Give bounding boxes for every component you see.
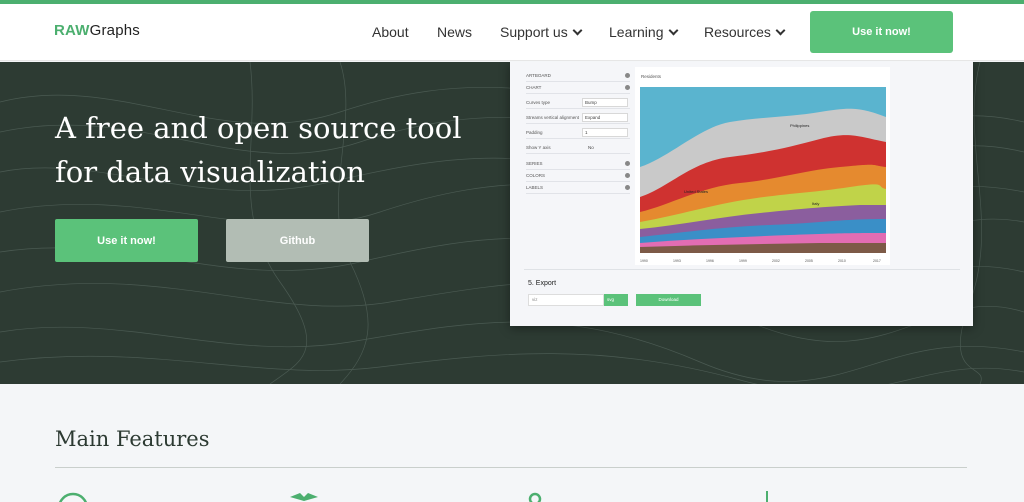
nav-support-us-label: Support us xyxy=(500,24,568,40)
plus-icon xyxy=(625,173,630,178)
x-tick: 1993 xyxy=(673,259,681,263)
nav-resources[interactable]: Resources xyxy=(704,24,786,40)
export-format-select: svg xyxy=(604,294,628,306)
panel-section-artboard: ARTBOARD xyxy=(526,70,630,82)
features-section: Main Features xyxy=(0,384,1024,502)
panel-section-chart: CHART xyxy=(526,82,630,94)
chevron-down-icon xyxy=(668,25,678,35)
x-tick: 2017 xyxy=(873,259,881,263)
curves-type-select: Bump xyxy=(582,98,628,107)
site-header: RAWGraphs About News Support us Learning… xyxy=(0,4,1024,61)
logo-raw: RAW xyxy=(54,22,90,39)
panel-label: LABELS xyxy=(526,185,544,190)
panel-label: Curves type xyxy=(526,100,551,105)
panel-label: Streams vertical alignment xyxy=(526,115,580,120)
panel-section-series: SERIES xyxy=(526,158,630,170)
x-tick: 2005 xyxy=(805,259,813,263)
divider xyxy=(524,269,960,270)
panel-label: SERIES xyxy=(526,161,543,166)
features-divider xyxy=(55,467,967,468)
features-title: Main Features xyxy=(55,427,210,451)
panel-option-show-y-axis: Show Y axis xyxy=(526,142,630,154)
plus-icon xyxy=(625,185,630,190)
nav-about[interactable]: About xyxy=(372,24,409,40)
padding-field: 1 xyxy=(582,128,628,137)
stream-label: United States xyxy=(684,189,708,194)
stream-label: Philippines xyxy=(790,123,809,128)
panel-label: Padding xyxy=(526,130,543,135)
minus-icon xyxy=(625,85,630,90)
x-tick: 1990 xyxy=(640,259,648,263)
x-tick: 1996 xyxy=(706,259,714,263)
logo[interactable]: RAWGraphs xyxy=(54,22,140,39)
github-button[interactable]: Github xyxy=(226,219,369,262)
panel-label: ARTBOARD xyxy=(526,73,551,78)
use-it-now-header-button[interactable]: Use it now! xyxy=(810,11,953,53)
use-it-now-hero-button[interactable]: Use it now! xyxy=(55,219,198,262)
panel-label: CHART xyxy=(526,85,542,90)
nav-learning[interactable]: Learning xyxy=(609,24,678,40)
download-button: Download xyxy=(636,294,701,306)
alignment-select: Expand xyxy=(582,113,628,122)
nav-about-label: About xyxy=(372,24,409,40)
hero-section: A free and open source tool for data vis… xyxy=(0,62,1024,384)
x-tick: 2010 xyxy=(838,259,846,263)
nav-support-us[interactable]: Support us xyxy=(500,24,583,40)
plus-icon xyxy=(625,161,630,166)
security-icon xyxy=(528,492,542,502)
panel-label: COLORS xyxy=(526,173,546,178)
visual-model-icon xyxy=(290,493,318,501)
nav-news-label: News xyxy=(437,24,473,40)
chevron-down-icon xyxy=(775,25,786,35)
nav-resources-label: Resources xyxy=(704,24,771,40)
show-y-axis-value: No xyxy=(588,145,594,150)
export-filename-input: viz xyxy=(528,294,604,306)
streamgraph-preview: Residents Philippines United States Ital… xyxy=(635,67,890,265)
export-title: 5. Export xyxy=(528,280,557,287)
x-tick: 1999 xyxy=(739,259,747,263)
plus-icon xyxy=(625,73,630,78)
panel-section-labels: LABELS xyxy=(526,182,630,194)
chart-title: Residents xyxy=(641,74,662,79)
hero-headline: A free and open source tool for data vis… xyxy=(55,111,462,189)
nav-learning-label: Learning xyxy=(609,24,664,40)
panel-section-colors: COLORS xyxy=(526,170,630,182)
x-tick: 2002 xyxy=(772,259,780,263)
export-icon xyxy=(766,491,768,502)
chevron-down-icon xyxy=(572,25,583,35)
panel-label: Show Y axis xyxy=(526,145,551,150)
nav-news[interactable]: News xyxy=(437,24,472,40)
app-preview-screenshot: ARTBOARD CHART Curves type Bump Streams … xyxy=(510,62,973,326)
open-source-icon xyxy=(58,492,88,502)
stream-label: Italy xyxy=(812,201,819,206)
logo-graphs: Graphs xyxy=(89,22,140,39)
